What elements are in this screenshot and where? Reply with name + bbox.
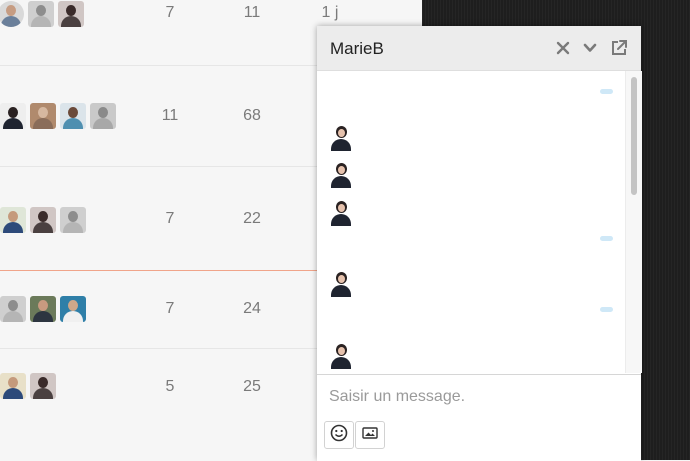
image-upload-button[interactable]: [355, 421, 385, 449]
avatar[interactable]: [60, 207, 86, 233]
avatar[interactable]: [30, 373, 56, 399]
avatar[interactable]: [30, 207, 56, 233]
view-count: 25: [243, 378, 261, 395]
sender-avatar[interactable]: [327, 269, 355, 297]
external-link-icon[interactable]: [609, 38, 629, 58]
reply-count: 11: [161, 107, 179, 124]
avatar[interactable]: [30, 103, 56, 129]
sender-avatar[interactable]: [327, 198, 355, 226]
poster-avatars: [0, 103, 116, 129]
view-count: 68: [243, 107, 261, 124]
reply-count: 7: [165, 4, 175, 21]
message-input[interactable]: [327, 384, 621, 410]
avatar[interactable]: [60, 103, 86, 129]
sender-avatar[interactable]: [327, 341, 355, 369]
sender-avatar[interactable]: [327, 123, 355, 151]
message-composer: [317, 374, 641, 461]
message-scrollbar[interactable]: [625, 71, 642, 373]
activity-time[interactable]: 1 j: [310, 4, 350, 22]
chevron-down-icon[interactable]: [580, 38, 600, 58]
message-list[interactable]: [317, 71, 625, 373]
poster-avatars: [0, 296, 86, 322]
poster-avatars: [0, 207, 86, 233]
chat-title[interactable]: MarieB: [330, 39, 384, 59]
outgoing-message: [600, 307, 613, 312]
avatar[interactable]: [58, 1, 84, 27]
emoji-button[interactable]: [324, 421, 354, 449]
avatar[interactable]: [60, 296, 86, 322]
avatar[interactable]: [90, 103, 116, 129]
image-icon: [362, 426, 378, 445]
avatar[interactable]: [0, 207, 26, 233]
scrollbar-thumb[interactable]: [631, 77, 637, 195]
chat-header: MarieB: [317, 26, 641, 71]
avatar[interactable]: [0, 1, 24, 27]
outgoing-message: [600, 236, 613, 241]
view-count: 22: [243, 210, 261, 227]
close-icon[interactable]: [553, 38, 573, 58]
avatar[interactable]: [30, 296, 56, 322]
outgoing-message: [600, 89, 613, 94]
reply-count: 5: [165, 378, 175, 395]
view-count: 11: [243, 4, 261, 21]
reply-count: 7: [165, 210, 175, 227]
reply-count: 7: [165, 300, 175, 317]
sender-avatar[interactable]: [327, 160, 355, 188]
avatar[interactable]: [0, 373, 26, 399]
avatar[interactable]: [28, 1, 54, 27]
chat-window: MarieB: [317, 26, 642, 461]
avatar[interactable]: [0, 103, 26, 129]
smiley-icon: [330, 424, 348, 447]
view-count: 24: [243, 300, 261, 317]
poster-avatars: [0, 373, 56, 399]
avatar[interactable]: [0, 296, 26, 322]
poster-avatars: [0, 1, 84, 27]
